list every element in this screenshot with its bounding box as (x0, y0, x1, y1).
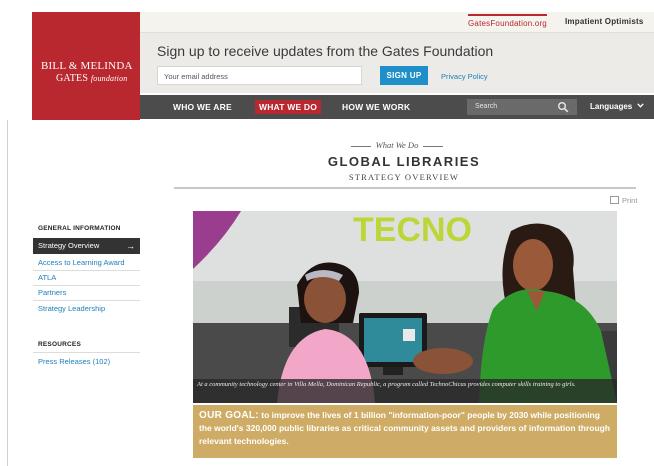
page: GatesFoundation.org Impatient Optimists … (0, 0, 654, 466)
kicker-rule-right (423, 145, 444, 147)
page-frame-line (7, 120, 8, 466)
languages-label: Languages (590, 102, 633, 111)
newsletter-signup: Sign up to receive updates from the Gate… (140, 33, 654, 93)
kicker-rule-left (350, 145, 371, 147)
sidebar-item-strategy-overview[interactable]: Strategy Overview → (33, 238, 140, 254)
sidebar-divider (33, 300, 140, 301)
photo-caption: At a community technology center in Vill… (193, 379, 617, 403)
nav-who-we-are[interactable]: WHO WE ARE (173, 95, 232, 119)
sidebar-item-strategy-leadership[interactable]: Strategy Leadership (38, 304, 105, 313)
email-field[interactable]: Your email address (157, 66, 362, 85)
print-label: Print (622, 196, 638, 205)
sidebar-item-partners[interactable]: Partners (38, 288, 66, 297)
sidebar-divider (33, 285, 140, 286)
sidebar-item-label: Strategy Overview (38, 241, 100, 250)
logo-line-1: BILL & MELINDA (41, 60, 133, 72)
chevron-down-icon (637, 103, 645, 108)
print-link[interactable]: Print (610, 196, 637, 205)
sidebar-item-atla[interactable]: ATLA (38, 273, 56, 282)
header-divider (174, 187, 636, 189)
page-title: GLOBAL LIBRARIES (327, 154, 481, 169)
logo-line-2: GATES foundation (56, 73, 128, 84)
signup-button[interactable]: SIGN UP (380, 66, 428, 85)
foundation-logo[interactable]: BILL & MELINDA GATES foundation (32, 12, 140, 120)
main-nav: WHO WE ARE WHAT WE DO HOW WE WORK Search… (140, 95, 654, 119)
kicker-text: What We Do (375, 140, 419, 150)
nav-how-we-work[interactable]: HOW WE WORK (342, 95, 410, 119)
link-gatesfoundation-org[interactable]: GatesFoundation.org (468, 14, 547, 28)
link-impatient-optimists[interactable]: Impatient Optimists (565, 17, 643, 26)
printer-icon (610, 196, 619, 204)
logo-gates: GATES (56, 73, 89, 84)
search-icon[interactable] (557, 101, 569, 113)
utility-bar: GatesFoundation.org Impatient Optimists (140, 12, 654, 33)
goal-label: OUR GOAL: (199, 410, 259, 421)
signup-title: Sign up to receive updates from the Gate… (157, 43, 494, 59)
privacy-policy-link[interactable]: Privacy Policy (441, 72, 488, 81)
logo-foundation: foundation (90, 74, 128, 83)
wall-lettering: TECNO (353, 211, 472, 249)
hero-photo: TECNO (193, 211, 617, 403)
sidebar-item-access-to-learning-award[interactable]: Access to Learning Award (38, 258, 125, 267)
section-kicker: What We Do (140, 140, 654, 150)
page-subtitle: STRATEGY OVERVIEW (348, 172, 460, 182)
sidebar-item-press-releases[interactable]: Press Releases (102) (38, 357, 110, 366)
arrow-right-icon: → (126, 241, 135, 251)
search-input[interactable]: Search (475, 99, 497, 115)
sidebar-divider (33, 352, 140, 353)
sidebar-divider (33, 270, 140, 271)
sidebar-heading-general: GENERAL INFORMATION (38, 225, 121, 232)
goal-statement: OUR GOAL: to improve the lives of 1 bill… (193, 405, 617, 458)
nav-what-we-do[interactable]: WHAT WE DO (255, 100, 322, 114)
sidebar-heading-resources: RESOURCES (38, 341, 81, 348)
goal-text: to improve the lives of 1 billion "infor… (199, 410, 611, 446)
languages-menu[interactable]: Languages (590, 95, 645, 119)
search-box[interactable]: Search (467, 99, 577, 115)
